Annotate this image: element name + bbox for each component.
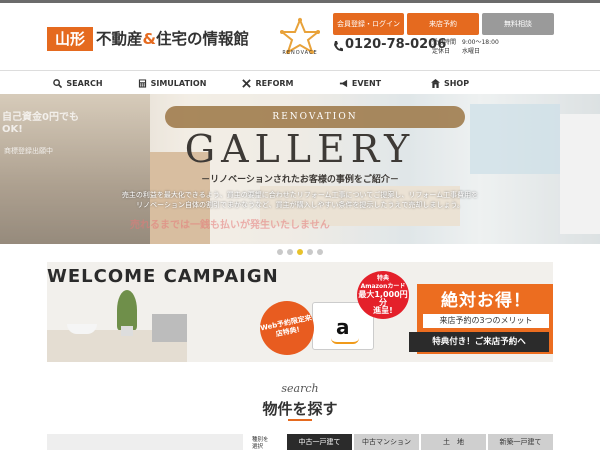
hero-left-small: 商標登録出願中: [4, 147, 53, 155]
hero-gallery-banner[interactable]: 自己資金0円でもOK! 商標登録出願中 RENOVATION GALLERY －…: [0, 94, 600, 244]
slider-dots: [270, 249, 330, 257]
property-type-tabs: 中古一戸建て 中古マンション 土 地 新築一戸建て: [287, 434, 553, 450]
nav-item-simulation[interactable]: SIMULATION: [122, 71, 222, 95]
hero-left-text: 自己資金0円でもOK!: [2, 112, 79, 135]
slider-dot-active[interactable]: [297, 249, 303, 255]
nav-label: SEARCH: [66, 78, 103, 88]
tab-used-house[interactable]: 中古一戸建て: [287, 434, 352, 450]
search-icon: [53, 78, 63, 88]
nav-item-event[interactable]: EVENT: [314, 71, 406, 95]
logo-badge[interactable]: 山形: [47, 27, 93, 51]
deal-title: 絶対お得！: [441, 291, 531, 311]
nav-label: EVENT: [351, 78, 382, 88]
phone-icon: [334, 41, 343, 52]
badge-line-1: 特典: [376, 275, 389, 282]
hero-desc-line-1: 売主の利益を最大化できるよう、買主の要望に合わせたリフォーム工事についてご提案し…: [121, 191, 479, 199]
hours-line-1: 受付時間 9:00～18:00: [432, 39, 499, 46]
tab-new-house[interactable]: 新築一戸建て: [488, 434, 553, 450]
visit-reservation-button[interactable]: 来店予約: [407, 13, 479, 35]
nav-item-search[interactable]: SEARCH: [34, 71, 122, 95]
megaphone-icon: [339, 79, 347, 87]
shop-icon: [430, 78, 440, 88]
login-button[interactable]: 会員登録・ログイン: [333, 13, 404, 35]
logo-ampersand: &: [142, 30, 157, 48]
slider-dot[interactable]: [277, 249, 283, 255]
tools-icon: [242, 78, 252, 88]
main-nav: SEARCH SIMULATION REFORM EVENT SHOP: [0, 70, 600, 94]
type-select-label: 種別を 選択: [252, 437, 269, 450]
amazon-smile-icon: [331, 338, 359, 344]
business-hours: 受付時間 9:00～18:00 定休日 水曜日: [432, 38, 499, 56]
site-logo[interactable]: 不動産&住宅の情報館: [96, 27, 249, 51]
nav-item-shop[interactable]: SHOP: [406, 71, 494, 95]
renovation-pill: RENOVATION: [165, 106, 465, 128]
web-limited-badge: Web予約限定来店特典!: [254, 295, 320, 361]
plant-pot: [121, 326, 133, 336]
deal-subtitle: 来店予約の3つのメリット: [423, 314, 549, 328]
tab-land[interactable]: 土 地: [421, 434, 486, 450]
search-left-panel: [47, 434, 243, 450]
box-image: [152, 314, 187, 342]
amazon-logo-letter: a: [336, 315, 350, 339]
nav-label: SIMULATION: [150, 78, 207, 88]
hero-ghost-text: 売れるまでは一銭も払いが発生いたしません: [130, 220, 330, 231]
slider-dot[interactable]: [307, 249, 313, 255]
amazon-card-badge: 特典 Amazonカード 最大1,000円分 進呈!: [357, 271, 409, 319]
free-consult-button[interactable]: 無料相談: [482, 13, 554, 35]
title-underline: [288, 419, 312, 421]
logo-text-1: 不動産: [96, 30, 143, 48]
reserve-cta-button[interactable]: 特典付き！ご来店予約へ: [409, 332, 549, 352]
section-title: 物件を探す: [262, 400, 338, 418]
welcome-campaign-banner[interactable]: WELCOME CAMPAIGN a Web予約限定来店特典! 特典 Amazo…: [47, 262, 553, 362]
tab-used-mansion[interactable]: 中古マンション: [354, 434, 419, 450]
nav-label: SHOP: [443, 78, 470, 88]
gallery-subtitle: －リノベーションされたお客様の事例をご紹介－: [201, 175, 399, 185]
section-label-en: search: [281, 382, 319, 395]
nav-label: REFORM: [255, 78, 294, 88]
slider-dot[interactable]: [287, 249, 293, 255]
calculator-icon: [138, 78, 146, 88]
nav-item-reform[interactable]: REFORM: [222, 71, 314, 95]
hero-description: 売主の利益を最大化できるよう、買主の要望に合わせたリフォーム工事についてご提案し…: [80, 190, 520, 210]
plant-image: [117, 290, 137, 330]
logo-text-2: 住宅の情報館: [156, 30, 250, 48]
top-bar-line: [0, 0, 600, 3]
hours-line-2: 定休日 水曜日: [432, 48, 481, 55]
slider-dot[interactable]: [317, 249, 323, 255]
hero-desc-line-2: リノベーション自体の割引でまかなうなど、買主が購入しやすい条件を提示したうえで売…: [136, 201, 464, 209]
campaign-title: WELCOME CAMPAIGN: [47, 266, 279, 287]
gallery-title: GALLERY: [184, 127, 416, 171]
brand-label: RENOVACE: [282, 50, 318, 56]
badge-line-3: 最大1,000円分: [358, 290, 408, 307]
badge-line-4: 進呈!: [373, 306, 393, 315]
